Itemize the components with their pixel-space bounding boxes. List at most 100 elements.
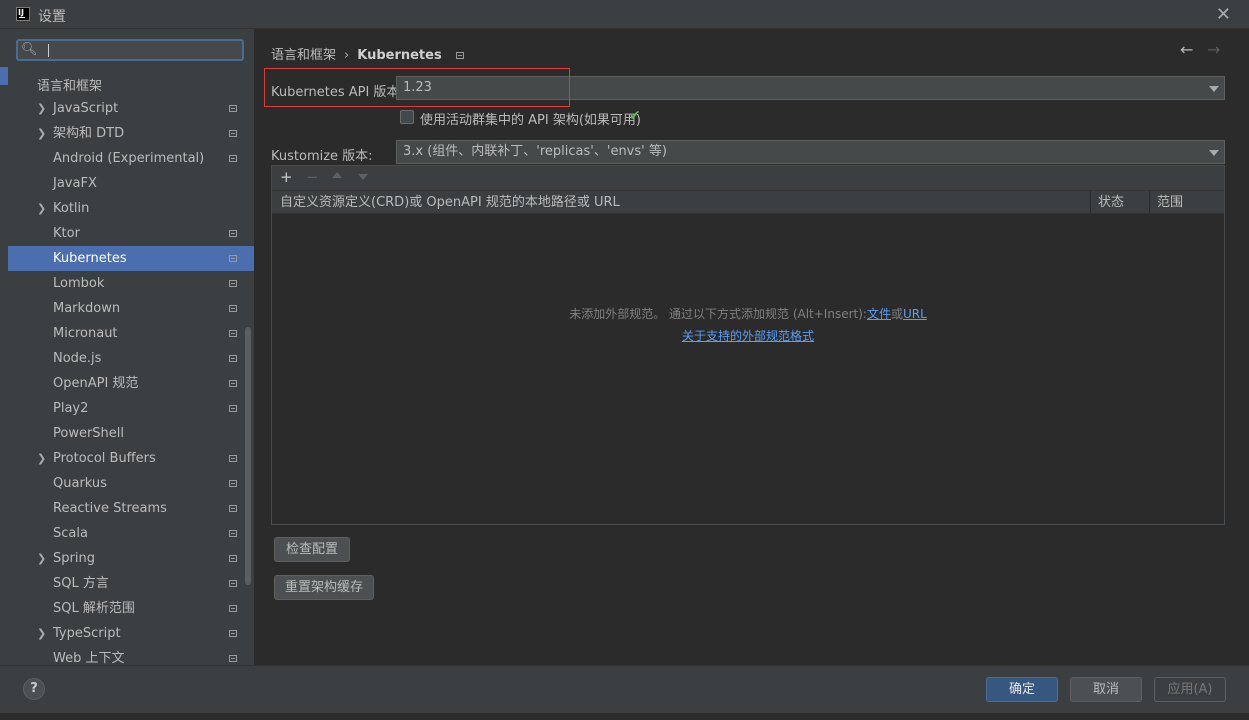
sidebar-item-label: Node.js	[53, 351, 102, 366]
use-cluster-api-label[interactable]: 使用活动群集中的 API 架构(如果可用)	[420, 109, 641, 128]
sidebar-item-protocol-buffers[interactable]: ❯ Protocol Buffers	[8, 446, 254, 471]
api-version-select[interactable]: 1.23	[396, 76, 1225, 100]
sidebar-item-label: Lombok	[53, 276, 105, 291]
sidebar-item-label: Spring	[53, 551, 95, 566]
sidebar-section-title[interactable]: 语言和框架	[37, 75, 102, 94]
column-header-scope[interactable]: 范围	[1157, 191, 1183, 214]
sidebar-item-kubernetes[interactable]: Kubernetes	[8, 246, 254, 271]
sidebar-item-label: Scala	[53, 526, 88, 541]
move-down-icon	[358, 174, 368, 180]
project-settings-icon	[229, 655, 237, 662]
close-icon[interactable]: ✕	[1216, 4, 1231, 25]
kustomize-version-label: Kustomize 版本:	[271, 149, 373, 164]
chevron-right-icon[interactable]: ❯	[37, 196, 46, 221]
sidebar-item-openapi[interactable]: OpenAPI 规范	[8, 371, 254, 396]
back-arrow-icon[interactable]: ←	[1180, 40, 1193, 59]
check-config-button[interactable]: 检查配置	[274, 537, 350, 562]
help-button[interactable]: ?	[23, 678, 45, 700]
sidebar-item-label: Kotlin	[53, 201, 90, 216]
table-header: 自定义资源定义(CRD)或 OpenAPI 规范的本地路径或 URL 状态 范围	[272, 190, 1224, 214]
chevron-right-icon[interactable]: ❯	[37, 546, 46, 571]
forward-arrow-icon: →	[1207, 40, 1221, 59]
chevron-right-icon[interactable]: ❯	[37, 121, 46, 146]
table-toolbar: + −	[272, 166, 1224, 190]
sidebar-item-label: Quarkus	[53, 476, 107, 491]
chevron-right-icon[interactable]: ❯	[37, 446, 46, 471]
reset-schema-cache-button[interactable]: 重置架构缓存	[274, 575, 374, 600]
sidebar-item-label: PowerShell	[53, 426, 125, 441]
sidebar-item-markdown[interactable]: Markdown	[8, 296, 254, 321]
sidebar-item-ktor[interactable]: Ktor	[8, 221, 254, 246]
formats-help: 关于支持的外部规范格式	[272, 327, 1224, 344]
sidebar-item-javascript[interactable]: ❯ JavaScript	[8, 96, 254, 121]
kustomize-version-value: 3.x (组件、内联补丁、'replicas'、'envs' 等)	[403, 144, 667, 159]
kustomize-version-select[interactable]: 3.x (组件、内联补丁、'replicas'、'envs' 等)	[396, 140, 1225, 164]
sidebar-item-typescript[interactable]: ❯ TypeScript	[8, 621, 254, 646]
column-divider[interactable]	[1149, 191, 1150, 214]
sidebar-item-play2[interactable]: Play2	[8, 396, 254, 421]
breadcrumb-parent[interactable]: 语言和框架	[271, 48, 336, 63]
project-settings-icon	[229, 105, 237, 112]
breadcrumb-current: Kubernetes	[357, 48, 442, 63]
sidebar-item-label: Reactive Streams	[53, 501, 167, 516]
sidebar-item-label: Micronaut	[53, 326, 118, 341]
sidebar-item-spring[interactable]: ❯ Spring	[8, 546, 254, 571]
chevron-right-icon[interactable]: ❯	[37, 621, 46, 646]
project-settings-icon	[229, 605, 237, 612]
settings-search-box[interactable]: 🔍︎	[16, 39, 244, 61]
apply-button[interactable]: 应用(A)	[1154, 677, 1226, 702]
or-text: 或	[890, 307, 903, 321]
window-bottom-edge	[0, 713, 1249, 720]
sidebar-item-label: JavaFX	[53, 176, 97, 191]
sidebar-item-label: Ktor	[53, 226, 80, 241]
search-icon: 🔍︎	[21, 42, 38, 57]
checkmark-icon: ✔	[629, 108, 641, 124]
use-cluster-api-checkbox[interactable]	[400, 110, 414, 124]
add-icon[interactable]: +	[280, 168, 293, 186]
project-settings-icon	[455, 52, 464, 59]
sidebar-scrollbar[interactable]	[245, 327, 251, 585]
sidebar-item-label: Protocol Buffers	[53, 451, 156, 466]
sidebar-item-label: Android (Experimental)	[53, 151, 205, 166]
project-settings-icon	[229, 130, 237, 137]
sidebar-item-scala[interactable]: Scala	[8, 521, 254, 546]
api-version-label: Kubernetes API 版本:	[271, 85, 404, 100]
sidebar-item-quarkus[interactable]: Quarkus	[8, 471, 254, 496]
project-settings-icon	[229, 305, 237, 312]
column-divider[interactable]	[1090, 191, 1091, 214]
sidebar-item-reactive-streams[interactable]: Reactive Streams	[8, 496, 254, 521]
project-settings-icon	[229, 230, 237, 237]
text-caret	[48, 44, 49, 57]
sidebar-item-kotlin[interactable]: ❯ Kotlin	[8, 196, 254, 221]
api-version-value: 1.23	[403, 80, 432, 95]
column-header-status[interactable]: 状态	[1098, 191, 1124, 214]
supported-formats-link[interactable]: 关于支持的外部规范格式	[682, 329, 814, 343]
search-input[interactable]	[50, 41, 235, 58]
chevron-right-icon[interactable]: ❯	[37, 96, 46, 121]
sidebar-item-dtd[interactable]: ❯ 架构和 DTD	[8, 121, 254, 146]
project-settings-icon	[229, 505, 237, 512]
column-header-path[interactable]: 自定义资源定义(CRD)或 OpenAPI 规范的本地路径或 URL	[280, 191, 620, 214]
sidebar-item-sql[interactable]: SQL 解析范围	[8, 596, 254, 621]
sidebar-item-micronaut[interactable]: Micronaut	[8, 321, 254, 346]
sidebar-item-label: Markdown	[53, 301, 121, 316]
project-settings-icon	[229, 405, 237, 412]
sidebar-item-lombok[interactable]: Lombok	[8, 271, 254, 296]
sidebar-item-powershell[interactable]: PowerShell	[8, 421, 254, 446]
sidebar-item-label: Web 上下文	[53, 651, 125, 665]
file-link[interactable]: 文件	[867, 307, 891, 321]
sidebar-item-android-experimental[interactable]: Android (Experimental)	[8, 146, 254, 171]
url-link[interactable]: URL	[903, 307, 927, 321]
sidebar-item-web[interactable]: Web 上下文	[8, 646, 254, 665]
sidebar-item-node-js[interactable]: Node.js	[8, 346, 254, 371]
sidebar-item-javafx[interactable]: JavaFX	[8, 171, 254, 196]
ok-button[interactable]: 确定	[986, 677, 1058, 702]
project-settings-icon	[229, 330, 237, 337]
project-settings-icon	[229, 255, 237, 262]
sidebar-item-sql[interactable]: SQL 方言	[8, 571, 254, 596]
cancel-button[interactable]: 取消	[1070, 677, 1142, 702]
settings-sidebar: 🔍︎ 语言和框架 ❯ JavaScript ❯ 架构和 DTD Android (Exp…	[0, 29, 254, 665]
sidebar-item-label: JavaScript	[53, 101, 119, 116]
project-settings-icon	[229, 480, 237, 487]
project-settings-icon	[229, 380, 237, 387]
